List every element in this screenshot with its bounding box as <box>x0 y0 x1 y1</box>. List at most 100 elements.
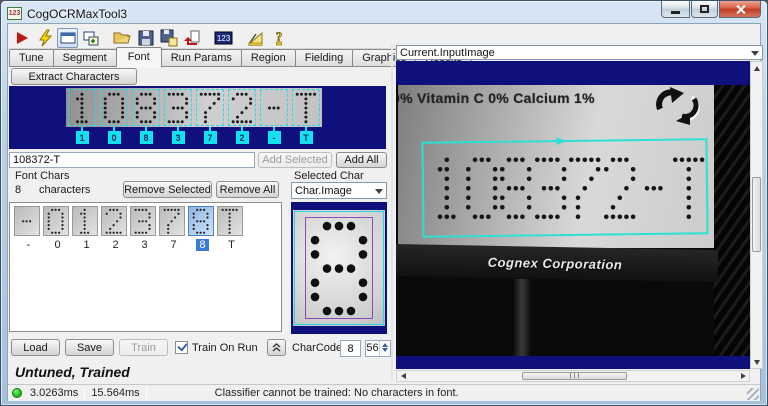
font-char-thumb[interactable] <box>159 206 185 236</box>
font-char-label[interactable]: 8 <box>188 239 217 251</box>
add-all-button[interactable]: Add All <box>336 152 387 168</box>
revert-arrow-icon <box>184 30 200 45</box>
segment-char-cell[interactable] <box>290 88 322 127</box>
tab-region[interactable]: Region <box>240 49 296 67</box>
close-button[interactable] <box>719 1 761 18</box>
font-char-label[interactable]: T <box>217 239 246 251</box>
charcode-char-field[interactable]: 8 <box>340 340 361 357</box>
resize-grip[interactable] <box>747 388 759 400</box>
load-button[interactable]: Load <box>11 339 60 356</box>
title-bar[interactable]: 123 CogOCRMaxTool3 <box>7 1 763 23</box>
image-margin-top <box>396 61 750 85</box>
segment-char-cell[interactable] <box>162 88 194 127</box>
font-char-thumb[interactable] <box>43 206 69 236</box>
segment-char-cell[interactable] <box>130 88 162 127</box>
font-char-label[interactable]: 0 <box>43 239 72 251</box>
extract-characters-button[interactable]: Extract Characters <box>11 68 137 85</box>
segment-char-box <box>164 89 192 126</box>
measure-button[interactable] <box>245 28 266 48</box>
run-button[interactable] <box>11 28 32 48</box>
font-char-labels: -012378T <box>14 239 246 251</box>
panel-splitter[interactable] <box>391 45 393 381</box>
segment-char-glyph <box>103 92 125 124</box>
brand-text: Cognex Corporation <box>487 254 623 272</box>
scroll-up-button[interactable] <box>751 62 762 74</box>
tab-run-params[interactable]: Run Params <box>160 49 242 67</box>
scroll-right-button[interactable] <box>737 371 749 381</box>
show-current-record-button[interactable] <box>57 27 78 48</box>
horizontal-scrollbar[interactable] <box>396 370 750 382</box>
display-source-combo[interactable]: Current.InputImage <box>396 45 763 60</box>
charcode-value-spinner[interactable]: 56 <box>365 340 391 357</box>
train-on-run-checkbox[interactable] <box>175 341 188 354</box>
add-record-window-button[interactable] <box>80 28 101 48</box>
segment-label-chip: 0 <box>107 131 121 144</box>
font-char-list[interactable]: -012378T <box>9 202 282 332</box>
font-char-label[interactable]: - <box>14 239 43 251</box>
minimize-button[interactable] <box>661 1 690 18</box>
save-button[interactable]: Save <box>65 339 114 356</box>
save-file-button[interactable] <box>135 28 156 48</box>
font-char-thumb[interactable] <box>130 206 156 236</box>
train-on-run-label: Train On Run <box>192 342 258 354</box>
segment-preview[interactable]: 1 0 8 3 7 2 - T <box>9 86 386 149</box>
segment-label-chip: - <box>267 131 281 144</box>
spinner-arrows[interactable] <box>379 341 390 356</box>
save-as-button[interactable] <box>158 28 179 48</box>
horizontal-scroll-thumb[interactable] <box>522 372 627 380</box>
segment-char-cell[interactable] <box>66 88 98 127</box>
help-button[interactable]: ? <box>268 28 289 48</box>
electric-run-button[interactable] <box>34 28 55 48</box>
scroll-left-button[interactable] <box>397 371 409 381</box>
revert-button[interactable] <box>181 28 202 48</box>
vertical-scrollbar[interactable] <box>750 61 763 369</box>
extracted-string-input[interactable]: 108372-T <box>9 152 255 168</box>
remove-selected-button[interactable]: Remove Selected <box>123 181 212 198</box>
tab-font[interactable]: Font <box>115 47 162 67</box>
tab-segment[interactable]: Segment <box>52 49 117 67</box>
segment-char-cell[interactable] <box>258 88 290 127</box>
recycle-icon <box>656 87 700 125</box>
scroll-down-button[interactable] <box>751 356 762 368</box>
segment-char-box <box>100 89 128 126</box>
collapse-button[interactable] <box>267 339 286 356</box>
vertical-scroll-thumb[interactable] <box>752 177 761 252</box>
font-char-thumb[interactable] <box>14 206 40 236</box>
segment-char-cell[interactable] <box>98 88 130 127</box>
maximize-button[interactable] <box>691 1 718 18</box>
segment-char-cell[interactable] <box>194 88 226 127</box>
status-ok-icon <box>12 388 22 398</box>
run-icon <box>16 31 28 44</box>
tab-tune[interactable]: Tune <box>9 49 54 67</box>
segment-label-chip: 2 <box>235 131 249 144</box>
font-char-label[interactable]: 7 <box>159 239 188 251</box>
input-image-view[interactable]: 0% Vitamin C 0% Calcium 1% Cognex Corpor… <box>396 61 750 369</box>
font-char-thumb[interactable] <box>72 206 98 236</box>
status-time-1: 3.0263ms <box>30 387 79 399</box>
segment-char-glyph <box>231 92 253 124</box>
tool-id-button[interactable]: 123 <box>213 28 234 48</box>
remove-all-button[interactable]: Remove All <box>216 181 279 198</box>
font-char-label[interactable]: 1 <box>72 239 101 251</box>
font-char-thumb[interactable] <box>217 206 243 236</box>
segment-char-glyph <box>295 92 317 124</box>
save-floppy-icon <box>138 30 153 45</box>
font-char-thumb[interactable] <box>101 206 127 236</box>
segment-char-box <box>228 89 256 126</box>
segment-char-cell[interactable] <box>226 88 258 127</box>
font-char-glyph <box>192 208 209 235</box>
maximize-icon <box>700 5 709 13</box>
char-count-value: 8 <box>15 184 22 196</box>
tab-fielding[interactable]: Fielding <box>294 49 354 67</box>
font-char-label[interactable]: 3 <box>130 239 159 251</box>
train-button[interactable]: Train <box>119 339 168 356</box>
open-file-button[interactable] <box>112 28 133 48</box>
toolbar: 123 ? <box>11 27 291 48</box>
selected-char-display[interactable] <box>291 202 387 334</box>
image-margin-bottom <box>396 356 750 369</box>
add-selected-button[interactable]: Add Selected <box>258 152 332 168</box>
font-char-label[interactable]: 2 <box>101 239 130 251</box>
selected-char-view-combo[interactable]: Char.Image <box>291 182 387 199</box>
font-char-thumb[interactable] <box>188 206 214 236</box>
brand-banner: Cognex Corporation <box>396 243 719 283</box>
